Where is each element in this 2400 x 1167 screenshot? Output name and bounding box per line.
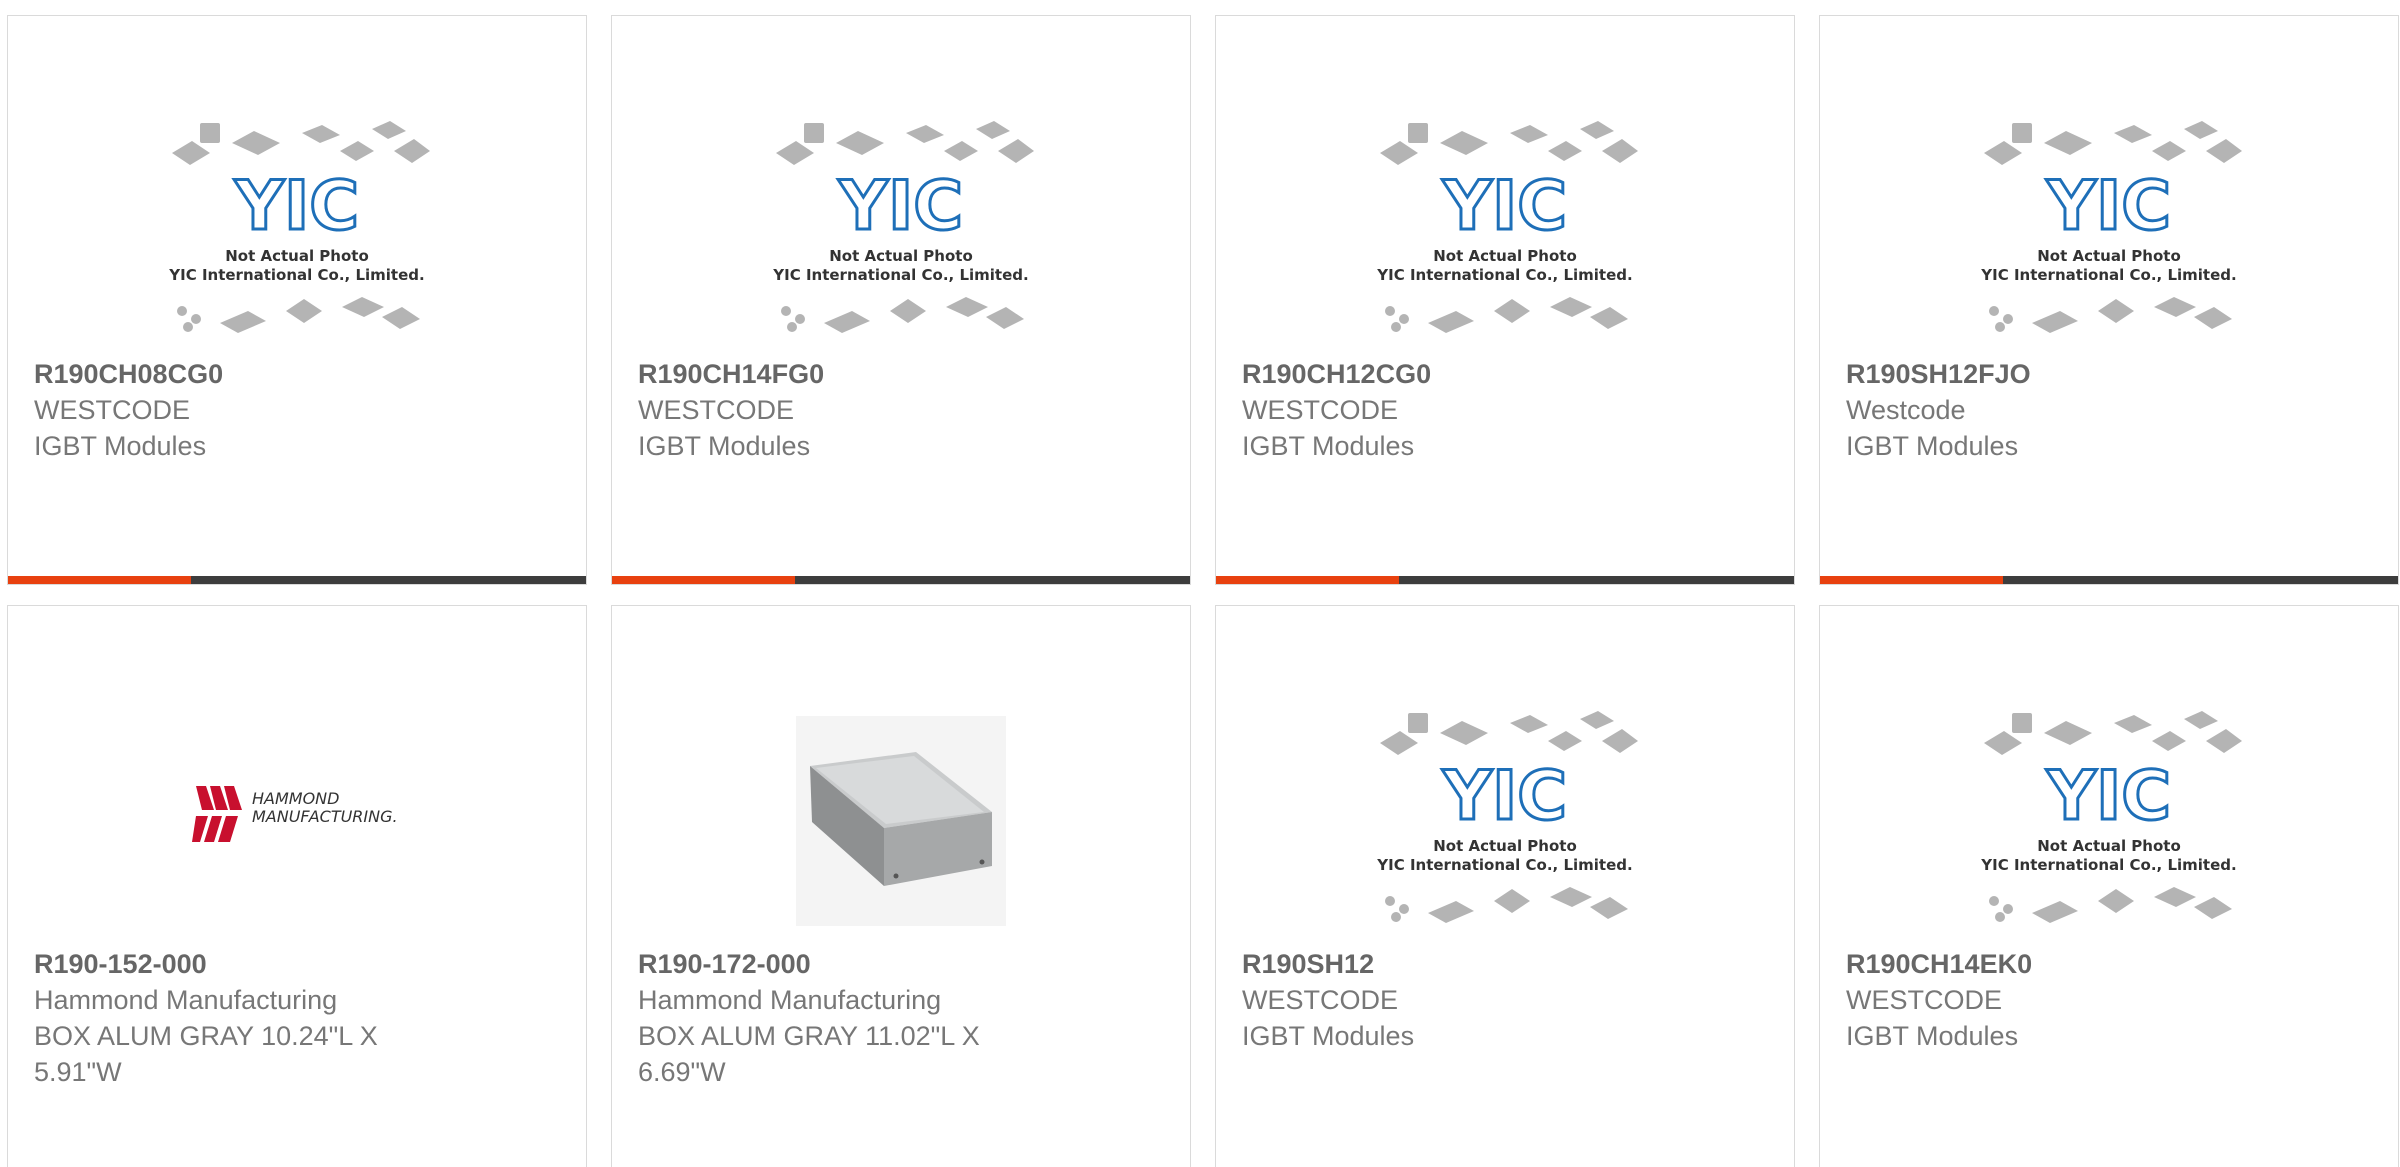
- product-image: YIC Not Actual Photo YIC International C…: [1216, 686, 1794, 956]
- chip-icons-bottom: [781, 297, 1024, 333]
- hammond-mark-icon: [192, 786, 242, 842]
- not-actual-photo-caption: Not Actual Photo: [829, 247, 973, 265]
- yic-logo: YIC: [838, 167, 963, 246]
- product-image: YIC Not Actual Photo YIC International C…: [1820, 96, 2398, 366]
- manufacturer: WESTCODE: [1242, 395, 1399, 425]
- product-description: BOX ALUM GRAY 10.24"L X 5.91"W: [34, 1021, 378, 1087]
- yic-placeholder-image: YIC Not Actual Photo YIC International C…: [772, 121, 1034, 333]
- yic-company-caption: YIC International Co., Limited.: [168, 266, 424, 284]
- yic-logo: YIC: [1442, 757, 1567, 836]
- not-actual-photo-caption: Not Actual Photo: [1433, 247, 1577, 265]
- product-description: IGBT Modules: [1846, 431, 2019, 461]
- part-number[interactable]: R190-172-000: [638, 946, 1164, 982]
- card-accent-bar: [8, 576, 586, 584]
- yic-logo: YIC: [234, 167, 359, 246]
- yic-placeholder-image: YIC Not Actual Photo YIC International C…: [1980, 711, 2242, 923]
- manufacturer: WESTCODE: [34, 395, 191, 425]
- accent-segment: [612, 576, 795, 584]
- yic-company-caption: YIC International Co., Limited.: [1980, 266, 2236, 284]
- part-number[interactable]: R190SH12FJO: [1846, 356, 2372, 392]
- product-info: R190CH12CG0 WESTCODE IGBT Modules: [1242, 356, 1768, 464]
- yic-logo: YIC: [2046, 757, 2171, 836]
- accent-segment: [1820, 576, 2003, 584]
- hammond-logo: HAMMOND MANUFACTURING.: [192, 786, 398, 842]
- chip-icons-top: [1984, 711, 2242, 755]
- yic-placeholder-image: YIC Not Actual Photo YIC International C…: [1980, 121, 2242, 333]
- part-number[interactable]: R190CH14EK0: [1846, 946, 2372, 982]
- yic-company-caption: YIC International Co., Limited.: [1376, 266, 1632, 284]
- product-card[interactable]: YIC Not Actual Photo YIC International C…: [611, 15, 1191, 585]
- chip-icons-bottom: [1385, 297, 1628, 333]
- hammond-logo-line2: MANUFACTURING.: [252, 807, 398, 826]
- manufacturer: WESTCODE: [638, 395, 795, 425]
- product-info: R190CH14FG0 WESTCODE IGBT Modules: [638, 356, 1164, 464]
- product-image: YIC Not Actual Photo YIC International C…: [1820, 686, 2398, 956]
- product-info: R190CH14EK0 WESTCODE IGBT Modules: [1846, 946, 2372, 1054]
- product-info: R190SH12 WESTCODE IGBT Modules: [1242, 946, 1768, 1054]
- product-description: BOX ALUM GRAY 11.02"L X 6.69"W: [638, 1021, 980, 1087]
- product-image: [612, 686, 1190, 956]
- card-accent-bar: [1216, 576, 1794, 584]
- accent-segment: [1216, 576, 1399, 584]
- product-description: IGBT Modules: [34, 431, 207, 461]
- manufacturer: Hammond Manufacturing: [638, 985, 942, 1015]
- manufacturer: WESTCODE: [1242, 985, 1399, 1015]
- product-image: YIC Not Actual Photo YIC International C…: [612, 96, 1190, 366]
- not-actual-photo-caption: Not Actual Photo: [1433, 837, 1577, 855]
- product-image: HAMMOND MANUFACTURING.: [8, 686, 586, 956]
- chip-icons-top: [776, 121, 1034, 165]
- part-number[interactable]: R190CH08CG0: [34, 356, 560, 392]
- card-accent-bar: [1820, 576, 2398, 584]
- product-info: R190-152-000 Hammond Manufacturing BOX A…: [34, 946, 560, 1090]
- chip-icons-top: [1984, 121, 2242, 165]
- yic-company-caption: YIC International Co., Limited.: [772, 266, 1028, 284]
- chip-icons-top: [1380, 711, 1638, 755]
- yic-logo: YIC: [2046, 167, 2171, 246]
- product-info: R190CH08CG0 WESTCODE IGBT Modules: [34, 356, 560, 464]
- product-grid: YIC Not Actual Photo YIC International C…: [0, 0, 2400, 1167]
- card-accent-bar: [612, 576, 1190, 584]
- product-info: R190SH12FJO Westcode IGBT Modules: [1846, 356, 2372, 464]
- manufacturer: Westcode: [1846, 395, 1966, 425]
- product-card[interactable]: YIC Not Actual Photo YIC International C…: [1215, 605, 1795, 1167]
- part-number[interactable]: R190-152-000: [34, 946, 560, 982]
- yic-logo: YIC: [1442, 167, 1567, 246]
- chip-icons-bottom: [1989, 887, 2232, 923]
- hammond-logo-line1: HAMMOND: [252, 789, 339, 808]
- product-info: R190-172-000 Hammond Manufacturing BOX A…: [638, 946, 1164, 1090]
- yic-placeholder-image: YIC Not Actual Photo YIC International C…: [168, 121, 430, 333]
- yic-placeholder-image: YIC Not Actual Photo YIC International C…: [1376, 121, 1638, 333]
- gray-enclosure-photo: [796, 716, 1006, 926]
- not-actual-photo-caption: Not Actual Photo: [2037, 247, 2181, 265]
- product-card[interactable]: YIC Not Actual Photo YIC International C…: [1215, 15, 1795, 585]
- part-number[interactable]: R190CH12CG0: [1242, 356, 1768, 392]
- product-description: IGBT Modules: [1242, 1021, 1415, 1051]
- product-card[interactable]: YIC Not Actual Photo YIC International C…: [7, 15, 587, 585]
- chip-icons-top: [172, 121, 430, 165]
- manufacturer: WESTCODE: [1846, 985, 2003, 1015]
- product-description: IGBT Modules: [1242, 431, 1415, 461]
- yic-company-caption: YIC International Co., Limited.: [1376, 856, 1632, 874]
- product-card[interactable]: YIC Not Actual Photo YIC International C…: [1819, 15, 2399, 585]
- not-actual-photo-caption: Not Actual Photo: [2037, 837, 2181, 855]
- manufacturer: Hammond Manufacturing: [34, 985, 338, 1015]
- part-number[interactable]: R190SH12: [1242, 946, 1768, 982]
- product-card[interactable]: R190-172-000 Hammond Manufacturing BOX A…: [611, 605, 1191, 1167]
- chip-icons-bottom: [177, 297, 420, 333]
- yic-company-caption: YIC International Co., Limited.: [1980, 856, 2236, 874]
- chip-icons-top: [1380, 121, 1638, 165]
- part-number[interactable]: R190CH14FG0: [638, 356, 1164, 392]
- not-actual-photo-caption: Not Actual Photo: [225, 247, 369, 265]
- product-image: YIC Not Actual Photo YIC International C…: [8, 96, 586, 366]
- product-image: YIC Not Actual Photo YIC International C…: [1216, 96, 1794, 366]
- product-card[interactable]: HAMMOND MANUFACTURING. R190-152-000 Hamm…: [7, 605, 587, 1167]
- product-card[interactable]: YIC Not Actual Photo YIC International C…: [1819, 605, 2399, 1167]
- chip-icons-bottom: [1989, 297, 2232, 333]
- product-description: IGBT Modules: [1846, 1021, 2019, 1051]
- yic-placeholder-image: YIC Not Actual Photo YIC International C…: [1376, 711, 1638, 923]
- product-description: IGBT Modules: [638, 431, 811, 461]
- chip-icons-bottom: [1385, 887, 1628, 923]
- accent-segment: [8, 576, 191, 584]
